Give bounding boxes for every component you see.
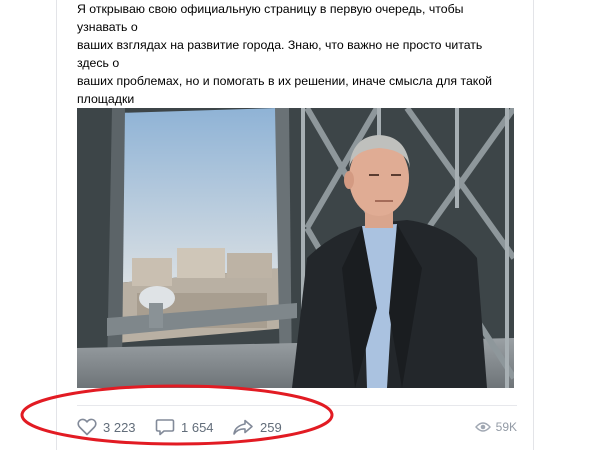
comment-icon xyxy=(155,418,175,436)
share-count: 259 xyxy=(260,419,282,435)
views-counter: 59K xyxy=(474,414,517,440)
photo-illustration xyxy=(77,108,514,388)
share-arrow-icon xyxy=(232,418,254,436)
share-button[interactable]: 259 xyxy=(232,414,282,440)
views-count: 59K xyxy=(495,420,517,434)
like-button[interactable]: 3 223 xyxy=(77,414,136,440)
post-actions-bar: 3 223 1 654 259 59K xyxy=(77,414,517,440)
post-photo[interactable] xyxy=(77,108,514,388)
comment-count: 1 654 xyxy=(181,419,214,435)
eye-icon xyxy=(474,421,491,433)
wall-post: Я открываю свою официальную страницу в п… xyxy=(56,0,534,450)
actions-divider xyxy=(77,405,517,406)
like-count: 3 223 xyxy=(103,419,136,435)
heart-icon xyxy=(77,418,97,436)
page: Я открываю свою официальную страницу в п… xyxy=(0,0,600,450)
comment-button[interactable]: 1 654 xyxy=(155,414,214,440)
